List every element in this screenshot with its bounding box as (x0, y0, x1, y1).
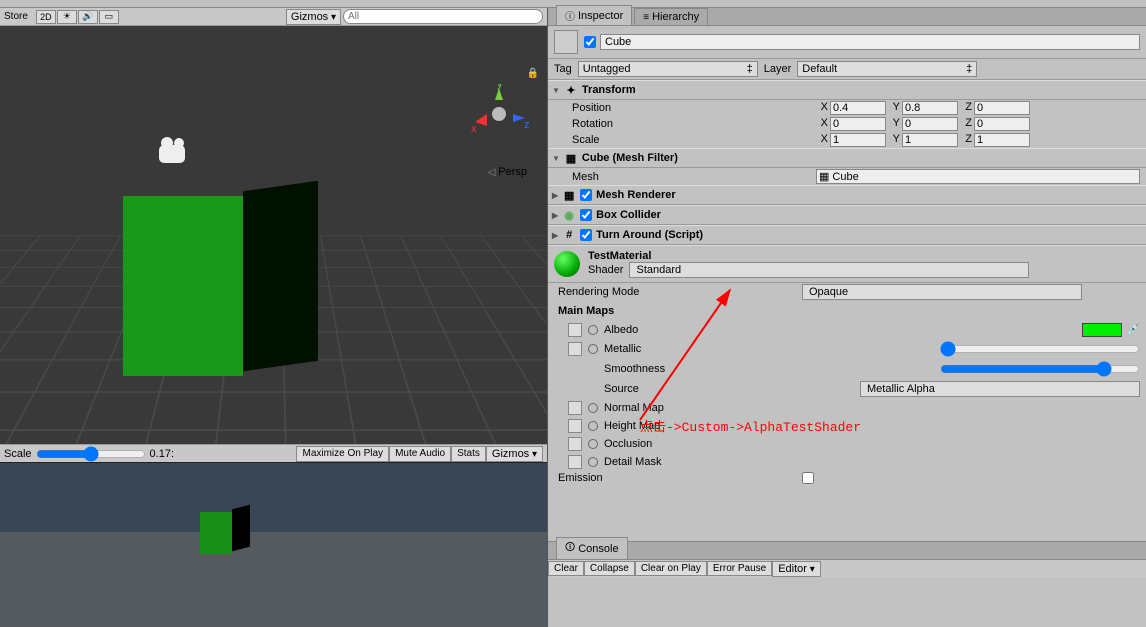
position-label: Position (572, 102, 812, 114)
occlusion-texture-slot[interactable] (568, 437, 582, 451)
metallic-slider[interactable] (940, 341, 1140, 357)
smoothness-label: Smoothness (604, 363, 665, 375)
axis-gizmo[interactable]: y z x (469, 84, 529, 144)
tab-inspector[interactable]: ⓘ Inspector (556, 5, 632, 25)
height-texture-slot[interactable] (568, 419, 582, 433)
scale-x-field[interactable] (830, 133, 886, 147)
store-label: Store (4, 11, 28, 22)
scale-label: Scale (4, 448, 32, 460)
scale-slider[interactable] (36, 446, 146, 462)
rot-x-field[interactable] (830, 117, 886, 131)
normal-label: Normal Map (604, 402, 664, 414)
object-name-field[interactable] (600, 34, 1140, 50)
console-collapse-toggle[interactable]: Collapse (584, 561, 635, 576)
game-view (0, 462, 547, 627)
scene-cube[interactable] (123, 186, 323, 386)
mute-toggle[interactable]: Mute Audio (389, 446, 451, 462)
layer-label: Layer (764, 63, 792, 75)
detail-label: Detail Mask (604, 456, 661, 468)
emission-label: Emission (558, 472, 798, 484)
rotation-label: Rotation (572, 118, 812, 130)
layer-dropdown[interactable]: Default‡ (797, 61, 977, 77)
metallic-texture-slot[interactable] (568, 342, 582, 356)
tab-console[interactable]: 🛈 Console (556, 537, 628, 559)
detail-texture-slot[interactable] (568, 455, 582, 469)
metallic-label: Metallic (604, 343, 641, 355)
meshrenderer-checkbox[interactable] (580, 189, 592, 201)
script-header[interactable]: ▶# Turn Around (Script) (548, 225, 1146, 245)
console-editor-dropdown[interactable]: Editor ▾ (772, 561, 821, 577)
svg-text:z: z (524, 119, 529, 131)
tag-dropdown[interactable]: Untagged‡ (578, 61, 758, 77)
rendermode-label: Rendering Mode (558, 286, 798, 298)
camera-gizmo-icon[interactable] (155, 136, 195, 173)
scene-search-input[interactable] (343, 9, 543, 24)
mesh-field[interactable]: ▦ Cube (816, 169, 1140, 184)
pos-y-field[interactable] (902, 101, 958, 115)
console-clearplay-toggle[interactable]: Clear on Play (635, 561, 707, 576)
pos-z-field[interactable] (974, 101, 1030, 115)
gizmos-dropdown[interactable]: Gizmos ▾ (286, 9, 341, 25)
svg-text:y: y (497, 84, 503, 90)
maximize-toggle[interactable]: Maximize On Play (296, 446, 389, 462)
shader-label: Shader (588, 264, 623, 276)
renderer-icon: ▦ (562, 188, 576, 202)
source-label: Source (604, 383, 639, 395)
normal-texture-slot[interactable] (568, 401, 582, 415)
meshfilter-header[interactable]: ▼▦ Cube (Mesh Filter) (548, 148, 1146, 168)
height-label: Height Map (604, 420, 660, 432)
console-errorpause-toggle[interactable]: Error Pause (707, 561, 772, 576)
fx-icon[interactable]: ▭ (99, 10, 119, 24)
script-icon: # (562, 228, 576, 242)
albedo-color[interactable] (1082, 323, 1122, 337)
console-clear-button[interactable]: Clear (548, 561, 584, 576)
lock-icon[interactable]: 🔒 (527, 68, 539, 79)
emission-checkbox[interactable] (802, 472, 814, 484)
material-name: TestMaterial (588, 250, 1029, 262)
collider-icon: ◉ (562, 208, 576, 222)
eyedropper-icon[interactable]: 💉 (1126, 323, 1140, 337)
mesh-label: Mesh (572, 171, 812, 183)
meshrenderer-header[interactable]: ▶▦ Mesh Renderer (548, 185, 1146, 205)
pos-x-field[interactable] (830, 101, 886, 115)
source-dropdown[interactable]: Metallic Alpha (860, 381, 1140, 397)
persp-label[interactable]: ◁ Persp (488, 166, 527, 178)
svg-text:x: x (471, 123, 477, 135)
stats-toggle[interactable]: Stats (451, 446, 486, 462)
material-preview-icon (554, 251, 580, 277)
game-gizmos-dropdown[interactable]: Gizmos ▾ (486, 446, 543, 462)
occlusion-label: Occlusion (604, 438, 652, 450)
transform-header[interactable]: ▼✦ Transform (548, 80, 1146, 100)
script-checkbox[interactable] (580, 229, 592, 241)
scene-view[interactable]: 🔒 y z x ◁ Persp (0, 26, 547, 444)
rendermode-dropdown[interactable]: Opaque (802, 284, 1082, 300)
mainmaps-label: Main Maps (548, 301, 1146, 321)
boxcollider-checkbox[interactable] (580, 209, 592, 221)
albedo-texture-slot[interactable] (568, 323, 582, 337)
rot-z-field[interactable] (974, 117, 1030, 131)
audio-icon[interactable]: 🔊 (78, 10, 98, 24)
tag-label: Tag (554, 63, 572, 75)
shader-dropdown[interactable]: Standard (629, 262, 1029, 278)
mesh-icon: ▦ (564, 151, 578, 165)
active-checkbox[interactable] (584, 36, 596, 48)
2d-toggle[interactable]: 2D (36, 10, 56, 24)
transform-icon: ✦ (564, 83, 578, 97)
rot-y-field[interactable] (902, 117, 958, 131)
scale-label: Scale (572, 134, 812, 146)
smoothness-slider[interactable] (940, 361, 1140, 377)
gameobject-icon[interactable] (554, 30, 578, 54)
scale-value: 0.17: (150, 448, 174, 460)
albedo-label: Albedo (604, 324, 638, 336)
scale-y-field[interactable] (902, 133, 958, 147)
tab-hierarchy[interactable]: ≡ Hierarchy (634, 8, 708, 25)
scale-z-field[interactable] (974, 133, 1030, 147)
boxcollider-header[interactable]: ▶◉ Box Collider (548, 205, 1146, 225)
light-icon[interactable]: ☀ (57, 10, 77, 24)
